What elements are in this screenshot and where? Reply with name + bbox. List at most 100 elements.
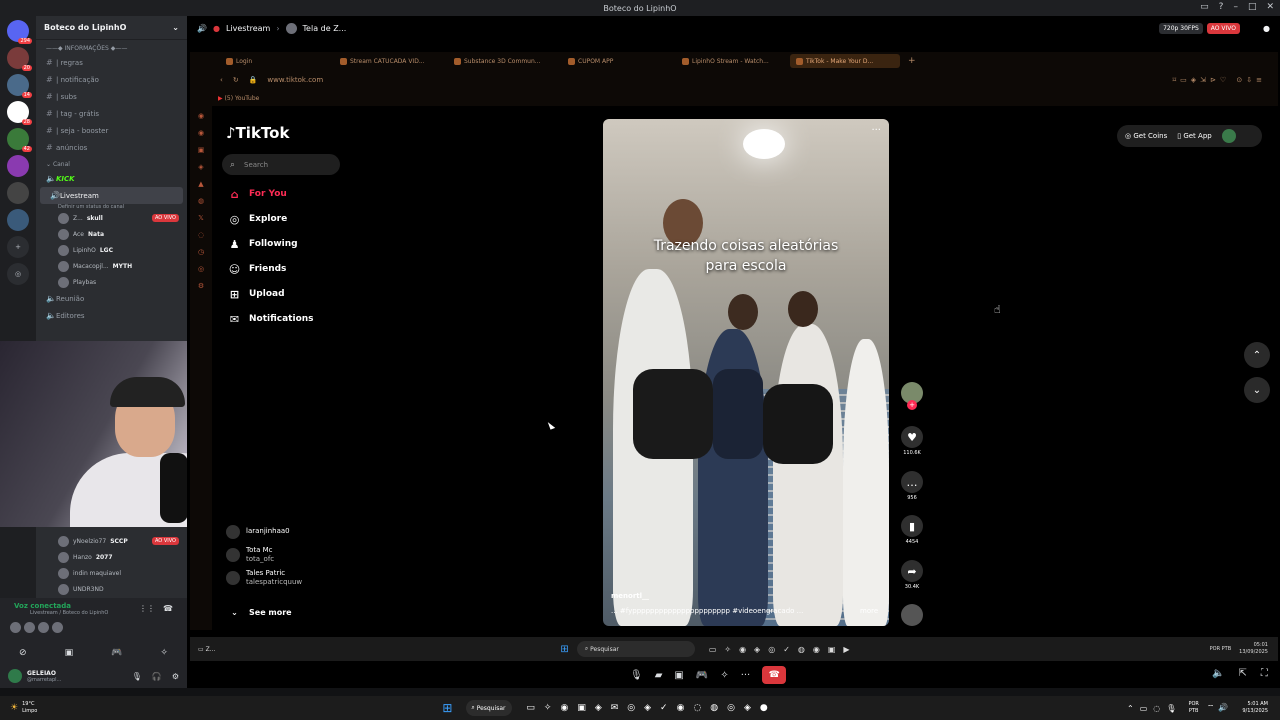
- weather-widget[interactable]: 19°C Limpo: [22, 701, 37, 715]
- voice-user[interactable]: Z... skull AO VIVO: [36, 210, 187, 226]
- comment-button[interactable]: … 956: [900, 471, 924, 501]
- previous-video-button[interactable]: ⌃: [1244, 342, 1270, 368]
- server-icon[interactable]: [7, 182, 29, 204]
- tiktok-nav-following[interactable]: ♟ Following: [228, 234, 298, 254]
- screen-share-icon[interactable]: ▣: [65, 648, 74, 658]
- avatar[interactable]: [24, 622, 35, 633]
- inner-clock[interactable]: 05:01 13/09/2025: [1239, 642, 1268, 656]
- server-icon[interactable]: 14: [7, 74, 32, 98]
- browser-extension-icons[interactable]: ⌑▭◈⇲⊳♡ ⊙⇩≡: [1173, 76, 1266, 84]
- activity-icon[interactable]: 🎮: [111, 648, 122, 658]
- server-icon[interactable]: 294: [7, 20, 32, 44]
- bookmark-youtube[interactable]: (5) YouTube: [225, 95, 260, 102]
- headphones-icon[interactable]: 🎧: [152, 672, 162, 681]
- channel-reuniao[interactable]: 🔈 Reunião: [36, 290, 187, 307]
- share-button[interactable]: ➦ 30.4K: [900, 560, 924, 590]
- get-app-button[interactable]: ▯ Get App: [1177, 132, 1211, 140]
- noise-icon[interactable]: ⋮⋮: [139, 604, 155, 613]
- get-coins-button[interactable]: ◎ Get Coins: [1125, 132, 1167, 140]
- inbox-icon[interactable]: ▭: [1200, 2, 1209, 12]
- x-icon[interactable]: 𝕏: [198, 214, 204, 222]
- server-icon[interactable]: 42: [7, 128, 32, 152]
- server-icon[interactable]: [7, 155, 29, 177]
- like-button[interactable]: ♥ 110.6K: [900, 426, 924, 456]
- voice-user[interactable]: Hanzo 2077: [36, 549, 187, 565]
- video-more-link[interactable]: more: [860, 607, 878, 615]
- tiktok-nav-upload[interactable]: ⊞ Upload: [228, 284, 285, 304]
- browser-tab[interactable]: CUPOM APP: [562, 54, 672, 68]
- avatar[interactable]: [38, 622, 49, 633]
- panel-icon[interactable]: ◉: [198, 112, 204, 120]
- voice-user[interactable]: yNoelzio77 SCCP AO VIVO: [36, 533, 187, 549]
- inner-search-box[interactable]: ⌕ Pesquisar: [576, 641, 695, 657]
- activity-icon[interactable]: 🎮: [696, 670, 708, 681]
- soundboard-icon[interactable]: ✧: [720, 670, 728, 681]
- channel-livestream[interactable]: 🔊 Livestream: [40, 187, 183, 204]
- browser-tab[interactable]: Stream CATUCADA VID...: [334, 54, 444, 68]
- voice-user[interactable]: UNDR3ND: [36, 581, 187, 597]
- minimize-icon[interactable]: –: [1233, 2, 1238, 12]
- camera-off-icon[interactable]: ⊘: [19, 648, 27, 658]
- sound-disc-button[interactable]: [900, 604, 924, 626]
- leave-call-button[interactable]: ☎: [762, 666, 787, 684]
- channel-item[interactable]: # | regras: [36, 54, 187, 71]
- panel-icon[interactable]: ◌: [198, 231, 204, 239]
- save-button[interactable]: ▮ 4454: [900, 515, 924, 545]
- mic-icon[interactable]: 🎙: [132, 672, 142, 681]
- avatar[interactable]: [52, 622, 63, 633]
- camera-icon[interactable]: ▰: [655, 670, 663, 681]
- category-info[interactable]: ——◆ INFORMAÇÕES ◆——: [36, 40, 187, 54]
- maximize-icon[interactable]: □: [1248, 2, 1257, 12]
- category-canal[interactable]: ⌄ Canal: [36, 156, 187, 170]
- panel-icon[interactable]: ◎: [198, 265, 204, 273]
- taskbar-clock[interactable]: 5:01 AM 9/13/2025: [1242, 701, 1268, 715]
- tiktok-nav-for-you[interactable]: ⌂ For You: [228, 184, 287, 204]
- new-tab-icon[interactable]: +: [908, 56, 916, 66]
- more-icon[interactable]: ···: [741, 670, 751, 681]
- channel-editores[interactable]: 🔈 Editores: [36, 307, 187, 324]
- video-author[interactable]: menortl__: [611, 592, 649, 600]
- browser-tab[interactable]: Substance 3D Commun...: [448, 54, 558, 68]
- author-avatar-button[interactable]: +: [900, 382, 924, 410]
- panel-icon[interactable]: ◈: [198, 163, 203, 171]
- channel-item[interactable]: # | notificação: [36, 71, 187, 88]
- panel-icon[interactable]: ◷: [198, 248, 204, 256]
- following-account[interactable]: Tota Mc tota_ofc: [226, 543, 366, 566]
- back-icon[interactable]: ‹: [220, 76, 223, 84]
- server-icon[interactable]: 28: [7, 101, 32, 125]
- following-account[interactable]: Tales Patric talespatricquuw: [226, 566, 366, 589]
- url-text[interactable]: www.tiktok.com: [267, 76, 323, 84]
- voice-user[interactable]: indin maquiavel: [36, 565, 187, 581]
- inner-taskbar-apps[interactable]: ▭✧◉◈◎✓◍◉▣▶: [709, 645, 858, 654]
- see-more-button[interactable]: ⌄ See more: [228, 602, 291, 622]
- server-icon[interactable]: 20: [7, 47, 32, 71]
- inner-lang[interactable]: POR PTB: [1210, 646, 1232, 652]
- gear-icon[interactable]: ⚙: [172, 672, 179, 681]
- voice-user[interactable]: Playbas: [36, 274, 187, 290]
- windows-start-icon[interactable]: ⊞: [560, 644, 568, 655]
- voice-user[interactable]: Ace Nata: [36, 226, 187, 242]
- close-icon[interactable]: ✕: [1266, 2, 1274, 12]
- fullscreen-icon[interactable]: ⛶: [1261, 668, 1268, 679]
- browser-tab[interactable]: TikTok - Make Your D...: [790, 54, 900, 68]
- screen-share-icon[interactable]: ▣: [674, 670, 683, 681]
- panel-icon[interactable]: ▣: [198, 146, 205, 154]
- video-tags[interactable]: ... #fypppppppppppppppppppppp #videoengr…: [611, 607, 881, 615]
- reload-icon[interactable]: ↻: [233, 76, 239, 84]
- add-server-icon[interactable]: +: [7, 236, 29, 258]
- disconnect-icon[interactable]: ☎: [163, 604, 173, 613]
- taskbar-search[interactable]: ⌕ Pesquisar: [466, 700, 513, 716]
- avatar[interactable]: [1221, 129, 1236, 143]
- tiktok-logo[interactable]: ♪TikTok: [226, 124, 289, 142]
- panel-icon[interactable]: ◉: [198, 129, 204, 137]
- more-options-icon[interactable]: ···: [871, 125, 881, 136]
- search-input[interactable]: ⌕ Search: [222, 154, 340, 175]
- help-icon[interactable]: ?: [1219, 2, 1224, 12]
- server-header[interactable]: Boteco do LipinhO ⌄: [36, 16, 187, 40]
- volume-icon[interactable]: 🔈: [1212, 668, 1224, 679]
- stream-channel[interactable]: Livestream: [226, 24, 270, 33]
- inner-app-label[interactable]: ▭ Z...: [198, 646, 215, 653]
- channel-item[interactable]: # | subs: [36, 88, 187, 105]
- discover-icon[interactable]: ◎: [7, 263, 29, 285]
- soundboard-icon[interactable]: ✧: [160, 648, 168, 658]
